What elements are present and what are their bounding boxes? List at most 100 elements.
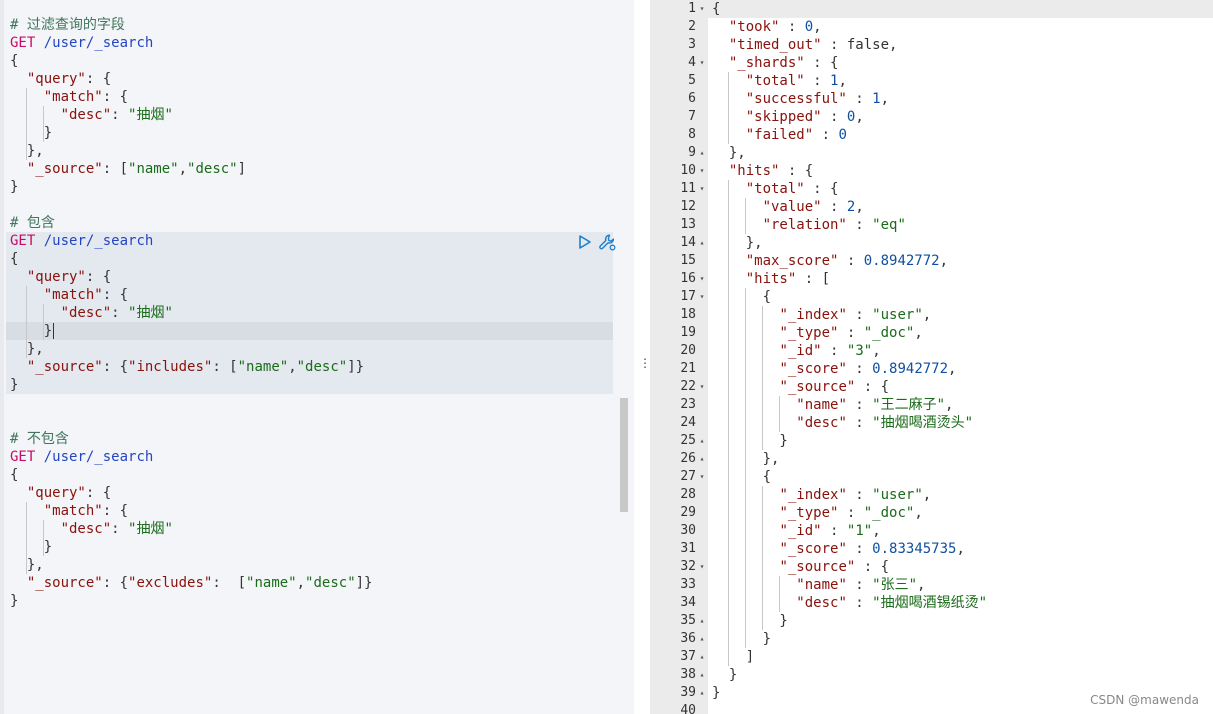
response-line: { xyxy=(712,1,721,17)
indent-guide xyxy=(26,502,27,574)
request-body-line[interactable]: "_source": ["name","desc"] xyxy=(10,160,246,178)
editor-scrollbar[interactable] xyxy=(620,398,628,512)
request-line[interactable]: GET /user/_search xyxy=(10,34,153,52)
fold-toggle-icon[interactable]: ▴ xyxy=(696,612,708,630)
request-body-line[interactable]: } xyxy=(10,592,18,610)
request-body-line[interactable]: "match": { xyxy=(10,286,128,304)
fold-toggle-icon[interactable]: ▴ xyxy=(696,144,708,162)
request-body-line[interactable]: "query": { xyxy=(10,484,111,502)
line-number: 32 ▾ xyxy=(650,558,708,576)
indent-guide xyxy=(43,304,44,340)
pane-splitter[interactable]: ⋮ xyxy=(634,0,650,714)
fold-toggle-icon[interactable]: ▴ xyxy=(696,432,708,450)
request-body-line[interactable]: } xyxy=(10,322,52,340)
indent-guide xyxy=(43,520,44,556)
request-body-line[interactable]: } xyxy=(10,538,52,556)
request-body-line[interactable]: } xyxy=(10,124,52,142)
request-body-line[interactable]: "query": { xyxy=(10,70,111,88)
request-body-line[interactable]: "match": { xyxy=(10,88,128,106)
response-line: "total" : 1, xyxy=(745,73,847,89)
response-line: "desc" : "抽烟喝酒锡纸烫" xyxy=(796,595,988,611)
line-number: 23 xyxy=(680,397,696,412)
response-viewer[interactable]: 1 ▾ 2 3 4 ▾ 5 6 7 8 9 ▴ 10 ▾ 11 ▾ 12 13 14 ▴ 15 16 ▾ 17 ▾ 18 19 20 2… xyxy=(650,0,1213,714)
line-number: 25 ▴ xyxy=(650,432,708,450)
line-number: 9 ▴ xyxy=(650,144,708,162)
fold-toggle-icon[interactable]: ▾ xyxy=(696,54,708,72)
response-line: "_id" : "3", xyxy=(779,343,881,359)
line-number: 17 ▾ xyxy=(650,288,708,306)
response-line: "_score" : 0.8942772, xyxy=(779,361,957,377)
indent-guide xyxy=(745,288,746,648)
fold-toggle-icon[interactable]: ▾ xyxy=(696,0,708,18)
fold-toggle-icon[interactable]: ▾ xyxy=(696,270,708,288)
response-line: "total" : { xyxy=(745,181,839,197)
request-body-line[interactable]: { xyxy=(10,52,18,70)
line-number: 7 xyxy=(688,109,696,124)
request-line[interactable]: GET /user/_search xyxy=(10,232,153,250)
response-line: "took" : 0, xyxy=(728,19,822,35)
request-body-line[interactable]: "query": { xyxy=(10,268,111,286)
request-body-line[interactable]: { xyxy=(10,466,18,484)
response-line: } xyxy=(712,667,738,683)
fold-toggle-icon[interactable]: ▴ xyxy=(696,234,708,252)
fold-toggle-icon[interactable]: ▾ xyxy=(696,378,708,396)
active-line-highlight xyxy=(708,0,1213,18)
fold-toggle-icon[interactable]: ▴ xyxy=(696,648,708,666)
indent-guide xyxy=(26,286,27,358)
request-body-line[interactable]: } xyxy=(10,376,18,394)
indent-guide xyxy=(745,198,746,234)
request-line[interactable]: GET /user/_search xyxy=(10,448,153,466)
cursor-line-highlight xyxy=(6,322,613,340)
play-icon[interactable] xyxy=(577,233,593,251)
editor-gutter-strip xyxy=(0,0,4,714)
line-number: 12 xyxy=(680,199,696,214)
wrench-icon[interactable] xyxy=(598,233,616,251)
fold-toggle-icon[interactable]: ▴ xyxy=(696,630,708,648)
splitter-handle-icon[interactable]: ⋮ xyxy=(639,356,650,370)
request-comment: # 不包含 xyxy=(10,431,69,447)
request-body-line[interactable]: } xyxy=(10,178,18,196)
fold-toggle-icon[interactable]: ▾ xyxy=(696,180,708,198)
request-body-line[interactable]: "_source": {"includes": ["name","desc"]} xyxy=(10,358,364,376)
line-number: 33 xyxy=(680,577,696,592)
request-body-line[interactable]: "desc": "抽烟" xyxy=(10,106,173,124)
line-number: 28 xyxy=(680,487,696,502)
request-body-line[interactable]: "match": { xyxy=(10,502,128,520)
line-number: 39 ▴ xyxy=(650,684,708,702)
fold-toggle-icon[interactable]: ▾ xyxy=(696,162,708,180)
request-body-line[interactable]: { xyxy=(10,250,18,268)
fold-toggle-icon[interactable]: ▾ xyxy=(696,558,708,576)
line-number: 34 xyxy=(680,595,696,610)
fold-toggle-icon[interactable]: ▴ xyxy=(696,684,708,702)
indent-guide xyxy=(779,576,780,612)
indent-guide xyxy=(26,88,27,160)
line-number: 11 ▾ xyxy=(650,180,708,198)
request-body-line[interactable]: "desc": "抽烟" xyxy=(10,304,173,322)
response-line: "_source" : { xyxy=(779,559,890,575)
line-number: 22 ▾ xyxy=(650,378,708,396)
line-number: 38 ▴ xyxy=(650,666,708,684)
response-line: "timed_out" : false, xyxy=(728,37,898,53)
line-number: 8 xyxy=(688,127,696,142)
request-body-line[interactable]: "desc": "抽烟" xyxy=(10,520,173,538)
line-number: 19 xyxy=(680,325,696,340)
fold-toggle-icon[interactable]: ▾ xyxy=(696,468,708,486)
line-number: 16 ▾ xyxy=(650,270,708,288)
line-number: 5 xyxy=(688,73,696,88)
indent-guide xyxy=(762,486,763,630)
line-number: 30 xyxy=(680,523,696,538)
line-number: 40 xyxy=(680,703,696,714)
response-line: ] xyxy=(712,649,755,665)
response-line: "_type" : "_doc", xyxy=(779,505,923,521)
response-line: }, xyxy=(712,145,746,161)
fold-toggle-icon[interactable]: ▴ xyxy=(696,450,708,468)
fold-toggle-icon[interactable]: ▴ xyxy=(696,666,708,684)
response-line: "relation" : "eq" xyxy=(762,217,906,233)
response-line: "value" : 2, xyxy=(762,199,864,215)
request-body-line[interactable]: "_source": {"excludes": ["name","desc"]} xyxy=(10,574,373,592)
request-editor[interactable]: # 过滤查询的字段 GET /user/_search{ "query": { "… xyxy=(0,0,634,714)
fold-toggle-icon[interactable]: ▾ xyxy=(696,288,708,306)
response-line: "failed" : 0 xyxy=(745,127,847,143)
line-number: 2 xyxy=(688,19,696,34)
response-line: } xyxy=(712,433,788,449)
